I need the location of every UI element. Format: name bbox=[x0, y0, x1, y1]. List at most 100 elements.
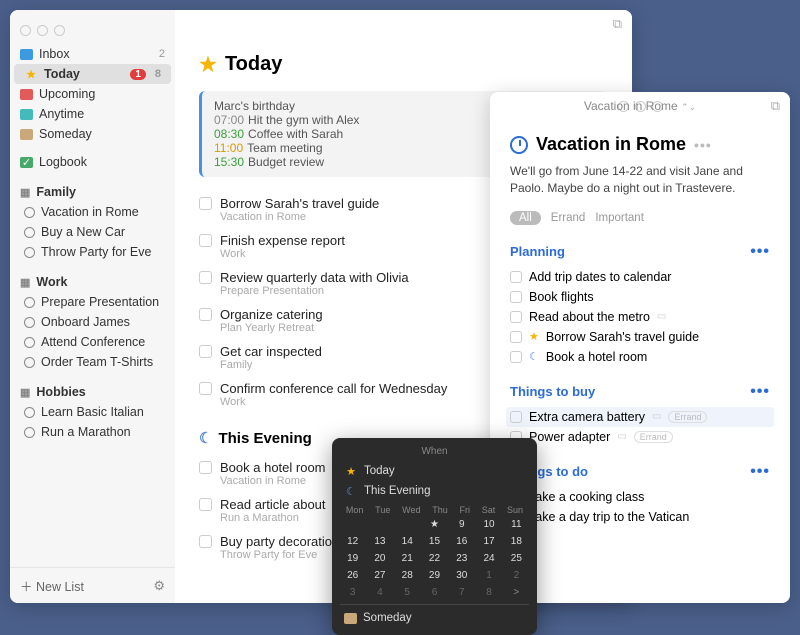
sidebar-area-hobbies[interactable]: ▦Hobbies bbox=[10, 382, 175, 402]
calendar-day[interactable]: 18 bbox=[504, 534, 529, 549]
moon-icon: ☾ bbox=[529, 350, 539, 363]
sidebar-item-logbook[interactable]: ✓Logbook bbox=[10, 152, 175, 172]
calendar-day[interactable]: 2 bbox=[504, 568, 529, 583]
tag[interactable]: Errand bbox=[551, 212, 586, 224]
task-row[interactable]: Extra camera battery ▭ Errand bbox=[506, 407, 774, 427]
sidebar-project[interactable]: Attend Conference bbox=[10, 332, 175, 352]
sidebar-item-today[interactable]: ★Today 1 8 bbox=[14, 64, 171, 84]
calendar-day[interactable]: 9 bbox=[449, 517, 474, 532]
section-header[interactable]: Planning••• bbox=[510, 243, 770, 261]
sidebar-item-inbox[interactable]: Inbox 2 bbox=[10, 44, 175, 64]
task-row[interactable]: Book flights bbox=[510, 287, 770, 307]
sidebar-project[interactable]: Run a Marathon bbox=[10, 422, 175, 442]
sidebar-area-family[interactable]: ▦Family bbox=[10, 182, 175, 202]
traffic-lights[interactable] bbox=[20, 25, 65, 36]
checkbox[interactable] bbox=[510, 311, 522, 323]
detail-description[interactable]: We'll go from June 14-22 and visit Jane … bbox=[510, 163, 770, 197]
checkbox[interactable] bbox=[199, 197, 212, 210]
calendar-day[interactable]: 5 bbox=[395, 585, 420, 600]
task-row[interactable]: Read about the metro ▭ bbox=[510, 307, 770, 327]
sidebar-item-anytime[interactable]: Anytime bbox=[10, 104, 175, 124]
calendar-day[interactable]: 21 bbox=[395, 551, 420, 566]
sidebar-item-someday[interactable]: Someday bbox=[10, 124, 175, 144]
popover-option[interactable]: ☾This Evening bbox=[340, 481, 529, 501]
calendar-day[interactable]: 12 bbox=[340, 534, 365, 549]
detail-title: Vacation in Rome ••• bbox=[510, 134, 770, 155]
task-row[interactable]: Power adapter ▭ Errand bbox=[510, 427, 770, 447]
calendar-day[interactable]: 28 bbox=[395, 568, 420, 583]
calendar-day[interactable]: 6 bbox=[422, 585, 447, 600]
when-popover: When★Today☾This EveningMonTueWedThuFriSa… bbox=[332, 438, 537, 635]
sidebar-area-work[interactable]: ▦Work bbox=[10, 272, 175, 292]
calendar-day[interactable]: 22 bbox=[422, 551, 447, 566]
task-row[interactable]: ☾Book a hotel room bbox=[510, 347, 770, 367]
sidebar-project[interactable]: Throw Party for Eve bbox=[10, 242, 175, 262]
settings-icon[interactable]: ⚙ bbox=[153, 578, 165, 594]
sidebar-project[interactable]: Onboard James bbox=[10, 312, 175, 332]
calendar-day[interactable]: 23 bbox=[449, 551, 474, 566]
checkbox[interactable] bbox=[199, 345, 212, 358]
checkbox[interactable] bbox=[199, 271, 212, 284]
sidebar-project[interactable]: Learn Basic Italian bbox=[10, 402, 175, 422]
calendar-day[interactable]: 15 bbox=[422, 534, 447, 549]
calendar-day[interactable] bbox=[395, 517, 420, 532]
popover-option[interactable]: ★Today bbox=[340, 461, 529, 481]
section-header[interactable]: Things to buy••• bbox=[510, 383, 770, 401]
calendar-day[interactable]: 27 bbox=[367, 568, 392, 583]
checkbox[interactable] bbox=[199, 498, 212, 511]
tag[interactable]: Important bbox=[595, 212, 644, 224]
popover-someday[interactable]: Someday bbox=[340, 609, 529, 627]
window-new-icon[interactable]: ⧉ bbox=[613, 16, 622, 32]
checkbox[interactable] bbox=[510, 331, 522, 343]
calendar-day[interactable]: 3 bbox=[340, 585, 365, 600]
calendar-day[interactable] bbox=[367, 517, 392, 532]
calendar-day[interactable]: 8 bbox=[476, 585, 501, 600]
checkbox[interactable] bbox=[510, 411, 522, 423]
checkbox[interactable] bbox=[510, 271, 522, 283]
calendar-day[interactable]: 19 bbox=[340, 551, 365, 566]
sidebar-project[interactable]: Vacation in Rome bbox=[10, 202, 175, 222]
new-list-button[interactable]: ＋ New List bbox=[20, 576, 84, 595]
checkbox[interactable] bbox=[199, 234, 212, 247]
calendar-day[interactable]: 29 bbox=[422, 568, 447, 583]
sidebar-project[interactable]: Buy a New Car bbox=[10, 222, 175, 242]
calendar-day[interactable]: > bbox=[504, 585, 529, 600]
star-icon: ★ bbox=[199, 52, 217, 77]
checkbox[interactable] bbox=[510, 351, 522, 363]
checkbox[interactable] bbox=[510, 291, 522, 303]
task-row[interactable]: Take a day trip to the Vatican bbox=[510, 507, 770, 527]
calendar-day[interactable]: 16 bbox=[449, 534, 474, 549]
section-more-icon[interactable]: ••• bbox=[750, 383, 770, 401]
tag-all[interactable]: All bbox=[510, 211, 541, 225]
section-more-icon[interactable]: ••• bbox=[750, 243, 770, 261]
section-more-icon[interactable]: ••• bbox=[750, 463, 770, 481]
checkbox[interactable] bbox=[199, 382, 212, 395]
calendar-day[interactable]: 24 bbox=[476, 551, 501, 566]
checkbox[interactable] bbox=[199, 308, 212, 321]
task-row[interactable]: ★Borrow Sarah's travel guide bbox=[510, 327, 770, 347]
task-row[interactable]: Take a cooking class bbox=[510, 487, 770, 507]
sidebar-item-upcoming[interactable]: Upcoming bbox=[10, 84, 175, 104]
calendar-day[interactable]: 26 bbox=[340, 568, 365, 583]
calendar-day[interactable]: 14 bbox=[395, 534, 420, 549]
calendar-day[interactable]: 17 bbox=[476, 534, 501, 549]
calendar-day[interactable] bbox=[340, 517, 365, 532]
section-header[interactable]: Things to do••• bbox=[510, 463, 770, 481]
sidebar-project[interactable]: Prepare Presentation bbox=[10, 292, 175, 312]
calendar-day[interactable]: 7 bbox=[449, 585, 474, 600]
calendar-day[interactable]: 4 bbox=[367, 585, 392, 600]
calendar-day[interactable]: 30 bbox=[449, 568, 474, 583]
calendar-day[interactable]: 13 bbox=[367, 534, 392, 549]
checkbox[interactable] bbox=[199, 535, 212, 548]
calendar-day[interactable]: ★ bbox=[422, 517, 447, 532]
checkbox[interactable] bbox=[199, 461, 212, 474]
more-icon[interactable]: ••• bbox=[694, 137, 712, 153]
calendar-day[interactable]: 20 bbox=[367, 551, 392, 566]
calendar-day[interactable]: 10 bbox=[476, 517, 501, 532]
window-new-icon[interactable]: ⧉ bbox=[771, 98, 780, 114]
calendar-day[interactable]: 25 bbox=[504, 551, 529, 566]
sidebar-project[interactable]: Order Team T-Shirts bbox=[10, 352, 175, 372]
calendar-day[interactable]: 1 bbox=[476, 568, 501, 583]
calendar-day[interactable]: 11 bbox=[504, 517, 529, 532]
task-row[interactable]: Add trip dates to calendar bbox=[510, 267, 770, 287]
